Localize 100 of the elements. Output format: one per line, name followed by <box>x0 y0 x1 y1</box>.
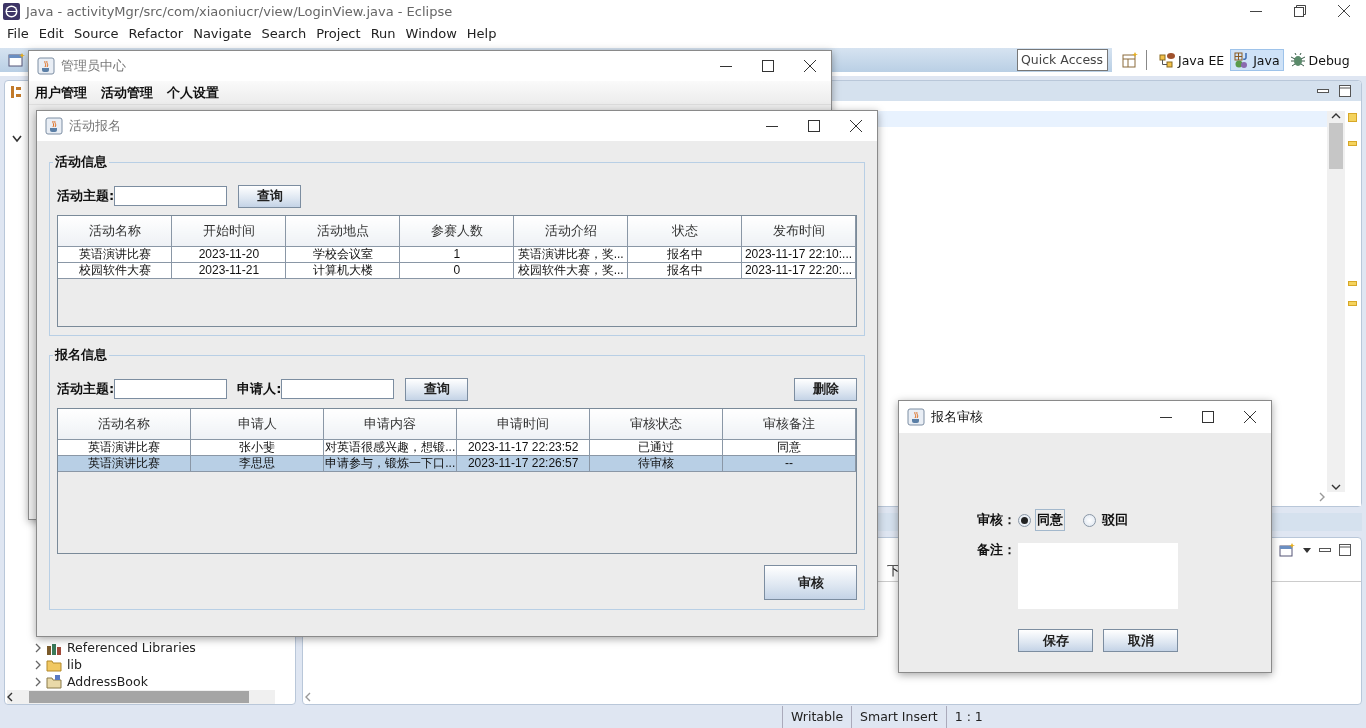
field-label: 备注： <box>977 541 1017 559</box>
scroll-right-icon[interactable] <box>1319 492 1325 502</box>
scroll-down-icon[interactable] <box>1331 484 1341 490</box>
quick-access-field[interactable]: Quick Access <box>1017 49 1108 71</box>
folder-icon <box>46 673 62 690</box>
table-row[interactable]: 英语演讲比赛 李思思 申请参与，锻炼一下口... 2023-11-17 22:26:57 待审核 -- <box>58 455 856 471</box>
column-header[interactable]: 审核备注 <box>722 409 856 439</box>
perspective-icon <box>1159 52 1175 68</box>
chevron-icon[interactable] <box>35 659 41 670</box>
column-header[interactable]: 申请内容 <box>323 409 457 439</box>
window-title: Java - activityMgr/src/com/xiaoniucr/view/LoginView.java - Eclipse <box>26 3 454 19</box>
applicant-field[interactable] <box>281 379 395 399</box>
search-button[interactable]: 查询 <box>238 184 302 208</box>
field-label: 申请人: <box>237 380 282 398</box>
radio-button[interactable] <box>1083 513 1096 527</box>
menu-item[interactable]: Edit <box>33 25 69 41</box>
tree-item[interactable]: Referenced Libraries <box>67 640 196 655</box>
column-header[interactable]: 审核状态 <box>589 409 723 439</box>
review-button[interactable]: 审核 <box>764 565 857 600</box>
radio-button[interactable] <box>1018 513 1031 527</box>
table-row[interactable]: 校园软件大赛 2023-11-21 计算机大楼 0 校园软件大赛，奖... 报名中 2023-11-17 22:20:... <box>58 262 856 278</box>
chevron-icon[interactable] <box>35 642 41 653</box>
scroll-up-icon[interactable] <box>1331 113 1341 119</box>
maximize-icon[interactable] <box>1339 85 1351 97</box>
cup-icon <box>45 117 63 135</box>
scroll-left-icon[interactable] <box>7 692 13 702</box>
collapse-icon <box>12 135 22 143</box>
field-label: 活动主题: <box>57 380 115 398</box>
tab-label[interactable]: 下 <box>887 563 900 580</box>
window-title: 管理员中心 <box>61 57 127 75</box>
menu-item[interactable]: Help <box>461 25 502 41</box>
cup-icon <box>907 408 925 426</box>
scrollbar-thumb[interactable] <box>1329 123 1343 169</box>
menu-item[interactable]: Window <box>400 25 462 41</box>
maximize-button[interactable] <box>1202 411 1214 423</box>
new-window-icon[interactable] <box>1279 543 1295 557</box>
status-item: Writable <box>782 706 852 728</box>
new-window-icon[interactable] <box>8 52 26 68</box>
perspective-button[interactable]: Debug <box>1285 49 1354 71</box>
delete-button[interactable]: 删除 <box>794 377 857 401</box>
chevron-icon[interactable] <box>35 676 41 687</box>
menu-item[interactable]: 用户管理 <box>35 83 87 102</box>
maximize-button[interactable] <box>762 60 774 72</box>
restore-button[interactable] <box>1294 5 1306 17</box>
column-header[interactable]: 活动地点 <box>285 216 400 246</box>
column-header[interactable]: 参赛人数 <box>399 216 514 246</box>
menu-item[interactable]: Search <box>256 25 312 41</box>
perspective-button[interactable]: Java <box>1230 49 1284 71</box>
tree-item[interactable]: lib <box>67 657 82 672</box>
column-header[interactable]: 状态 <box>627 216 742 246</box>
minimize-icon[interactable] <box>1319 546 1331 554</box>
menu-item[interactable]: Navigate <box>188 25 257 41</box>
marker <box>1348 141 1357 146</box>
marker <box>1348 301 1357 306</box>
column-header[interactable]: 开始时间 <box>171 216 286 246</box>
column-header[interactable]: 活动名称 <box>58 216 172 246</box>
column-header[interactable]: 活动介绍 <box>513 216 628 246</box>
close-button[interactable] <box>1244 411 1256 423</box>
menu-item[interactable]: Source <box>68 25 124 41</box>
field-label: 审核： <box>977 511 1017 529</box>
scrollbar-thumb[interactable] <box>29 691 249 703</box>
menu-item[interactable]: Run <box>365 25 401 41</box>
radio-label[interactable]: 驳回 <box>1100 509 1130 531</box>
section-title: 活动信息 <box>54 153 108 171</box>
column-header[interactable]: 活动名称 <box>58 409 191 439</box>
marker <box>1348 113 1357 122</box>
column-header[interactable]: 发布时间 <box>741 216 856 246</box>
marker <box>1348 281 1357 286</box>
perspective-icon <box>1289 52 1306 68</box>
menu-item[interactable]: File <box>2 25 34 41</box>
open-perspective-icon[interactable] <box>1122 52 1138 68</box>
menu-item[interactable]: 活动管理 <box>101 83 153 102</box>
table-row[interactable]: 英语演讲比赛 张小斐 对英语很感兴趣，想锻... 2023-11-17 22:23:52 已通过 同意 <box>58 439 856 455</box>
close-button[interactable] <box>804 60 816 72</box>
section-title: 报名信息 <box>53 346 108 364</box>
status-item: 1 : 1 <box>945 706 991 728</box>
save-button[interactable]: 保存 <box>1018 629 1093 652</box>
window-title: 活动报名 <box>69 117 122 135</box>
maximize-button[interactable] <box>808 120 820 132</box>
cup-icon <box>37 57 55 75</box>
maximize-icon[interactable] <box>1339 544 1351 556</box>
menu-item[interactable]: Project <box>311 25 366 41</box>
tree-item[interactable]: AddressBook <box>67 674 148 689</box>
topic-field[interactable] <box>114 186 228 206</box>
close-button[interactable] <box>850 120 862 132</box>
cancel-button[interactable]: 取消 <box>1103 629 1178 652</box>
topic-field[interactable] <box>114 379 228 399</box>
search-button[interactable]: 查询 <box>405 377 469 401</box>
close-button[interactable] <box>1338 5 1350 17</box>
hierarchy-icon <box>11 85 21 99</box>
table-row[interactable]: 英语演讲比赛 2023-11-20 学校会议室 1 英语演讲比赛，奖... 报名中 2023-11-17 22:10:... <box>58 246 856 262</box>
status-item: Smart Insert <box>851 706 946 728</box>
minimize-icon[interactable] <box>1317 87 1329 95</box>
caret-icon[interactable] <box>1303 547 1311 553</box>
column-header[interactable]: 申请时间 <box>456 409 590 439</box>
column-header[interactable]: 申请人 <box>190 409 324 439</box>
menu-item[interactable]: 个人设置 <box>167 83 219 102</box>
perspective-button[interactable]: Java EE <box>1155 49 1229 71</box>
radio-label[interactable]: 同意 <box>1035 509 1065 531</box>
menu-item[interactable]: Refactor <box>123 25 189 41</box>
